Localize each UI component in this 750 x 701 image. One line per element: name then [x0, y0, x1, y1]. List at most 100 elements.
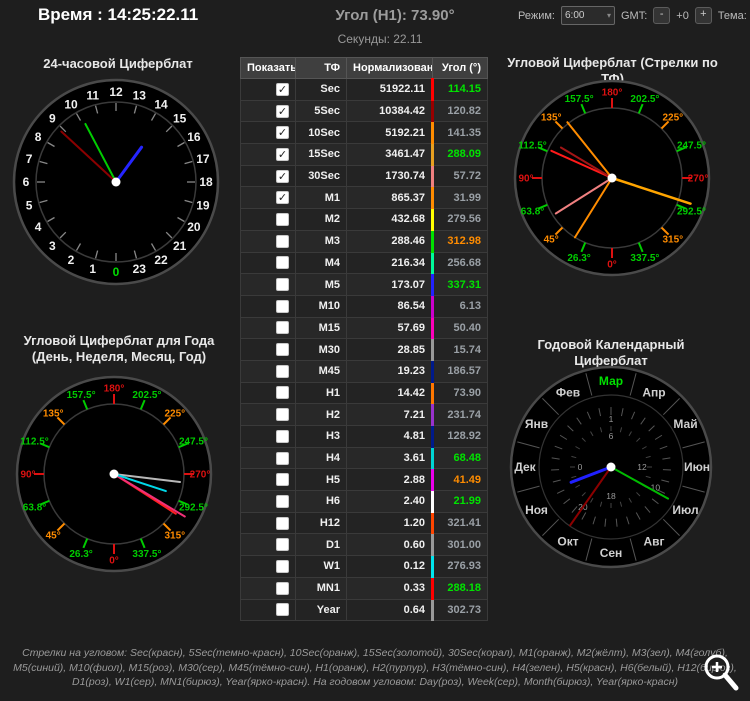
gmt-minus-button[interactable]: -	[653, 7, 671, 24]
row-checkbox-M10[interactable]	[276, 299, 289, 313]
show-cell: ✓	[240, 99, 296, 123]
dial-label: 135°	[541, 113, 562, 124]
row-checkbox-MN1[interactable]	[276, 581, 289, 595]
normalized-cell: 0.60	[346, 533, 433, 557]
dial-label: 180°	[602, 88, 623, 99]
table-row-H2: H2 7.21 231.74	[240, 403, 488, 426]
dial-label: 270°	[688, 174, 709, 185]
row-checkbox-5Sec[interactable]: ✓	[276, 104, 289, 118]
angle-cell: 41.49	[431, 468, 488, 492]
show-cell	[240, 273, 296, 296]
dial-label: 11	[86, 88, 99, 102]
dial-label: 26.3°	[567, 253, 590, 264]
gmt-plus-button[interactable]: +	[694, 7, 712, 24]
row-checkbox-D1[interactable]	[276, 538, 289, 552]
show-cell	[240, 576, 296, 600]
normalized-cell: 432.68	[346, 208, 433, 231]
table-row-5Sec: ✓ 5Sec 10384.42 120.82	[240, 99, 488, 123]
table-row-H5: H5 2.88 41.49	[240, 468, 488, 492]
show-cell	[240, 208, 296, 231]
angle-cell: 301.00	[431, 533, 488, 557]
row-checkbox-M45[interactable]	[276, 364, 289, 378]
dial-label: 202.5°	[132, 390, 161, 401]
normalized-cell: 28.85	[346, 338, 433, 361]
dial-label: 157.5°	[565, 94, 594, 105]
dial-label: Апр	[642, 386, 665, 400]
dial-label: 63.8°	[23, 502, 46, 513]
tf-cell: M45	[295, 359, 347, 383]
tf-cell: Sec	[295, 78, 347, 101]
dial-label: 135°	[43, 409, 64, 420]
dial-label: 12	[109, 85, 123, 99]
row-checkbox-H2[interactable]	[276, 408, 289, 422]
row-checkbox-H4[interactable]	[276, 451, 289, 465]
dial-label: Янв	[525, 417, 548, 431]
show-cell	[240, 359, 296, 383]
dial-label: 337.5°	[132, 549, 161, 560]
dial-label: 315°	[164, 530, 185, 541]
angle-cell: 276.93	[431, 555, 488, 578]
dial-label: 63.8°	[521, 206, 544, 217]
show-cell	[240, 598, 296, 622]
row-checkbox-Year[interactable]	[276, 603, 289, 617]
table-row-M15: M15 57.69 50.40	[240, 316, 488, 340]
dial-year-title: Угловой Циферблат для Года (День, Неделя…	[23, 333, 215, 365]
mode-select[interactable]: 6:00 ▾	[560, 6, 615, 25]
row-checkbox-M3[interactable]	[276, 234, 289, 248]
row-checkbox-H12[interactable]	[276, 516, 289, 530]
gmt-label: GMT:	[620, 9, 648, 22]
dial-label: 157.5°	[67, 390, 96, 401]
show-cell	[240, 403, 296, 426]
show-cell	[240, 229, 296, 253]
normalized-cell: 2.88	[346, 468, 433, 492]
row-checkbox-M4[interactable]	[276, 256, 289, 270]
row-checkbox-M5[interactable]	[276, 278, 289, 292]
dial-label: 7	[26, 152, 33, 166]
tf-cell: M1	[295, 186, 347, 210]
dial-label: 45°	[544, 234, 559, 245]
dial-label: Фев	[556, 386, 580, 400]
dial-label: 45°	[46, 530, 61, 541]
tf-cell: MN1	[295, 576, 347, 600]
show-cell: ✓	[240, 143, 296, 166]
dial-year-angular: 180° 202.5°225° 247.5° 270° 292.5° 315°337.5°…	[15, 375, 213, 573]
dial-label: 14	[154, 97, 168, 111]
row-checkbox-W1[interactable]	[276, 559, 289, 573]
dial-label: 337.5°	[630, 253, 659, 264]
row-checkbox-M15[interactable]	[276, 321, 289, 335]
row-checkbox-M1[interactable]: ✓	[276, 191, 289, 205]
dial-label: 90°	[20, 470, 35, 481]
row-checkbox-H1[interactable]	[276, 386, 289, 400]
show-cell	[240, 294, 296, 318]
row-checkbox-M2[interactable]	[276, 212, 289, 226]
dial-center-dot	[111, 177, 121, 187]
dial-label: 19	[196, 198, 210, 212]
row-checkbox-H5[interactable]	[276, 473, 289, 487]
current-angle-h1: Угол (H1): 73.90°	[335, 7, 455, 24]
angle-cell: 21.99	[431, 490, 488, 513]
row-checkbox-M30[interactable]	[276, 343, 289, 357]
row-checkbox-H3[interactable]	[276, 429, 289, 443]
tf-cell: D1	[295, 533, 347, 557]
tf-cell: 15Sec	[295, 143, 347, 166]
row-checkbox-30Sec[interactable]: ✓	[276, 169, 289, 183]
tf-cell: 30Sec	[295, 164, 347, 188]
dial-label: Июн	[684, 460, 710, 474]
angle-cell: 231.74	[431, 403, 488, 426]
current-time: Время : 14:25:22.11	[38, 5, 199, 24]
dial-center-dot	[606, 462, 616, 472]
tf-cell: H6	[295, 490, 347, 513]
gmt-offset-value: +0	[676, 9, 689, 22]
show-cell	[240, 251, 296, 275]
zoom-icon[interactable]	[700, 650, 744, 696]
timeframe-table: Показать ТФ Нормализованное Угол (°) ✓ Se…	[240, 57, 488, 622]
dial-label: Окт	[557, 535, 578, 549]
row-checkbox-15Sec[interactable]: ✓	[276, 147, 289, 161]
row-checkbox-Sec[interactable]: ✓	[276, 82, 289, 96]
row-checkbox-10Sec[interactable]: ✓	[276, 126, 289, 140]
dial-label: 15	[173, 112, 187, 126]
show-cell: ✓	[240, 121, 296, 145]
row-checkbox-H6[interactable]	[276, 494, 289, 508]
normalized-cell: 216.34	[346, 251, 433, 275]
normalized-cell: 288.46	[346, 229, 433, 253]
